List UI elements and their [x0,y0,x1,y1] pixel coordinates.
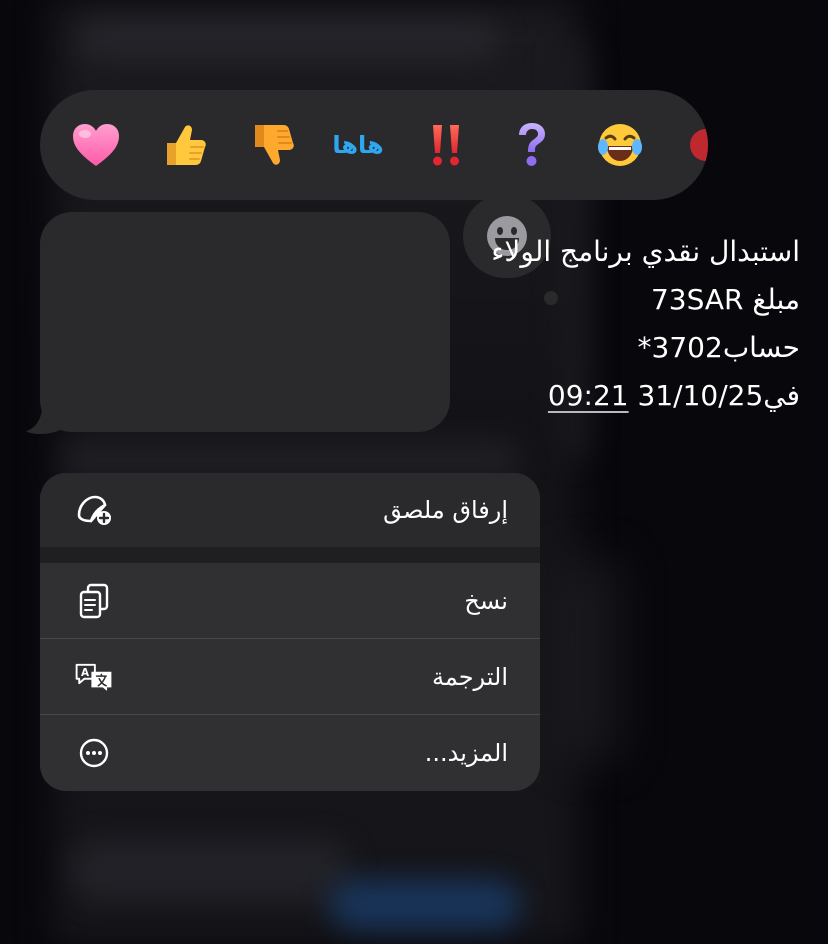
message-date: 31/10/25 [637,379,764,412]
message-bubble[interactable] [40,212,450,432]
haha-label: ها‌ها [332,131,384,159]
sticker-add-icon [74,490,114,530]
thumbs-down-icon [255,125,294,165]
message-line-3: حساب3702* [637,331,800,364]
context-menu: إرفاق ملصق نسخ A الترجمة المزيد... [40,473,540,791]
menu-label-translate: الترجمة [431,662,508,691]
reaction-heart[interactable] [68,117,124,173]
menu-section-gap [40,547,540,563]
backdrop-blob [80,20,500,60]
message-prefix: في [763,379,800,412]
reaction-thumbs-up[interactable] [156,117,212,173]
backdrop-blob [70,840,350,900]
message-time-link[interactable]: 09:21 [548,379,629,412]
menu-label-more: المزيد... [424,739,508,767]
thumbs-up-icon [167,125,206,165]
heart-icon [73,124,119,166]
menu-item-add-sticker[interactable]: إرفاق ملصق [40,473,540,547]
more-ellipsis-icon [74,733,114,773]
message-line-1: استبدال نقدي برنامج الولاء [491,235,800,268]
backdrop-right [560,560,620,760]
menu-item-translate[interactable]: A الترجمة [40,639,540,714]
reaction-overflow-partial[interactable] [678,117,708,173]
reaction-exclamation[interactable] [418,117,474,173]
menu-label-add-sticker: إرفاق ملصق [383,496,508,524]
reaction-laughing[interactable] [592,117,648,173]
copy-icon [74,581,114,621]
question-icon [519,123,545,166]
message-line-4: في31/10/25 09:21 [440,372,800,420]
translate-icon: A [74,657,114,697]
message-text: استبدال نقدي برنامج الولاء مبلغ 73SAR حس… [440,228,800,420]
reactions-bar: ها‌ها [40,90,708,200]
reaction-haha[interactable]: ها‌ها [330,117,386,173]
svg-text:A: A [81,667,90,679]
laughing-face-icon [598,124,642,166]
reaction-question[interactable] [504,117,560,173]
partial-emoji-icon [690,129,708,161]
menu-item-more[interactable]: المزيد... [40,715,540,791]
double-exclamation-icon [433,125,459,166]
message-line-2: مبلغ 73SAR [650,283,800,316]
menu-label-copy: نسخ [464,586,508,615]
reaction-thumbs-down[interactable] [244,117,300,173]
backdrop-blob [330,880,520,930]
menu-item-copy[interactable]: نسخ [40,563,540,638]
